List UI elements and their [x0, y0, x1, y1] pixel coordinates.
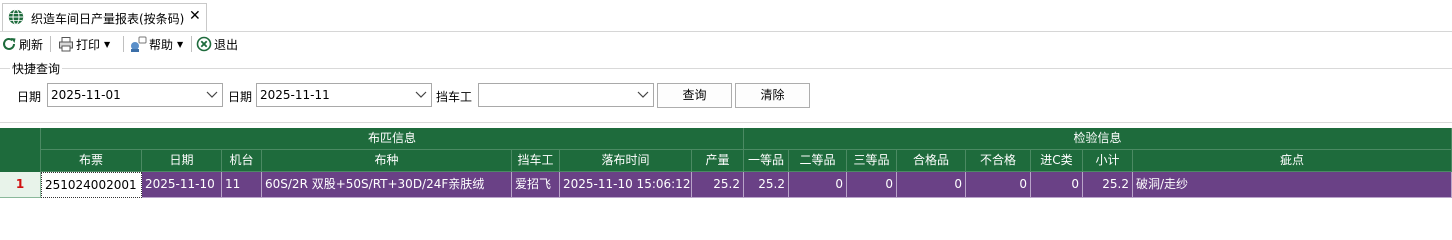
column-header-grade1[interactable]: 一等品 [744, 150, 789, 172]
cell-machine[interactable]: 11 [222, 172, 262, 198]
column-header-unqualified[interactable]: 不合格 [966, 150, 1031, 172]
column-header-ticket[interactable]: 布票 [41, 150, 142, 172]
toolbar-divider [123, 36, 124, 52]
refresh-button[interactable]: 刷新 [1, 34, 43, 54]
cell-grade3[interactable]: 0 [847, 172, 897, 198]
operator-select[interactable] [478, 83, 654, 107]
help-button[interactable]: 帮助 ▼ [129, 34, 183, 54]
column-header-date[interactable]: 日期 [142, 150, 222, 172]
cell-grade2[interactable]: 0 [789, 172, 847, 198]
cell-grade-c[interactable]: 0 [1031, 172, 1083, 198]
divider [0, 122, 1452, 123]
cell-date[interactable]: 2025-11-10 [142, 172, 222, 198]
help-icon [131, 36, 147, 52]
date-to-label: 日期 [228, 90, 253, 104]
toolbar: 刷新 打印 ▼ 帮助 ▼ 退出 [0, 32, 1452, 56]
cell-grade1[interactable]: 25.2 [744, 172, 789, 198]
exit-icon [196, 36, 212, 52]
printer-icon [59, 37, 73, 52]
column-header-grade2[interactable]: 二等品 [789, 150, 847, 172]
cell-defect[interactable]: 破洞/走纱 [1133, 172, 1452, 198]
chevron-down-icon[interactable] [637, 90, 649, 100]
column-header-grade-c[interactable]: 进C类 [1031, 150, 1083, 172]
exit-button[interactable]: 退出 [196, 34, 238, 54]
tab-strip: 织造车间日产量报表(按条码) ✕ [0, 0, 1452, 32]
clear-button[interactable]: 清除 [735, 83, 810, 108]
chevron-down-icon: ▼ [177, 39, 184, 49]
grid-corner [0, 128, 41, 172]
quick-search-title: 快捷查询 [10, 60, 63, 77]
report-grid: 布匹信息 检验信息 布票 日期 机台 布种 挡车工 落布时间 产量 一等品 二等… [0, 128, 1452, 221]
column-header-machine[interactable]: 机台 [222, 150, 262, 172]
group-header-inspection: 检验信息 [744, 128, 1452, 150]
cell-doff-time[interactable]: 2025-11-10 15:06:12 [560, 172, 692, 198]
tab-report[interactable]: 织造车间日产量报表(按条码) ✕ [2, 3, 207, 31]
date-from-label: 日期 [17, 90, 42, 104]
cell-output[interactable]: 25.2 [692, 172, 744, 198]
column-header-doff-time[interactable]: 落布时间 [560, 150, 692, 172]
column-header-output[interactable]: 产量 [692, 150, 744, 172]
date-to-value: 2025-11-11 [260, 88, 330, 102]
column-header-operator[interactable]: 挡车工 [512, 150, 560, 172]
close-icon[interactable]: ✕ [189, 8, 201, 24]
group-border [0, 68, 1452, 69]
chevron-down-icon[interactable] [415, 90, 427, 100]
operator-label: 挡车工 [436, 90, 473, 104]
toolbar-divider [50, 36, 51, 52]
column-header-subtotal[interactable]: 小计 [1083, 150, 1133, 172]
globe-icon [8, 9, 24, 25]
refresh-label: 刷新 [19, 37, 44, 52]
print-label: 打印 [76, 37, 101, 52]
tab-title: 织造车间日产量报表(按条码) [31, 12, 185, 26]
column-header-qualified[interactable]: 合格品 [897, 150, 966, 172]
cell-qualified[interactable]: 0 [897, 172, 966, 198]
column-header-defect[interactable]: 疵点 [1133, 150, 1452, 172]
date-from-value: 2025-11-01 [51, 88, 121, 102]
column-header-fabric-type[interactable]: 布种 [262, 150, 512, 172]
toolbar-divider [191, 36, 192, 52]
chevron-down-icon: ▼ [104, 39, 111, 49]
cell-operator[interactable]: 爱招飞 [512, 172, 560, 198]
date-from-picker[interactable]: 2025-11-01 [47, 83, 223, 107]
group-header-fabric: 布匹信息 [41, 128, 744, 150]
exit-label: 退出 [214, 37, 239, 52]
help-label: 帮助 [149, 37, 174, 52]
refresh-icon [3, 37, 16, 50]
cell-ticket[interactable]: 251024002001 [41, 172, 142, 198]
print-button[interactable]: 打印 ▼ [58, 34, 110, 54]
column-header-grade3[interactable]: 三等品 [847, 150, 897, 172]
query-button[interactable]: 查询 [657, 83, 732, 108]
row-number[interactable]: 1 [0, 172, 41, 198]
date-to-picker[interactable]: 2025-11-11 [256, 83, 432, 107]
cell-subtotal[interactable]: 25.2 [1083, 172, 1133, 198]
chevron-down-icon[interactable] [206, 90, 218, 100]
cell-fabric-type[interactable]: 60S/2R 双股+50S/RT+30D/24F亲肤绒 [262, 172, 512, 198]
cell-unqualified[interactable]: 0 [966, 172, 1031, 198]
